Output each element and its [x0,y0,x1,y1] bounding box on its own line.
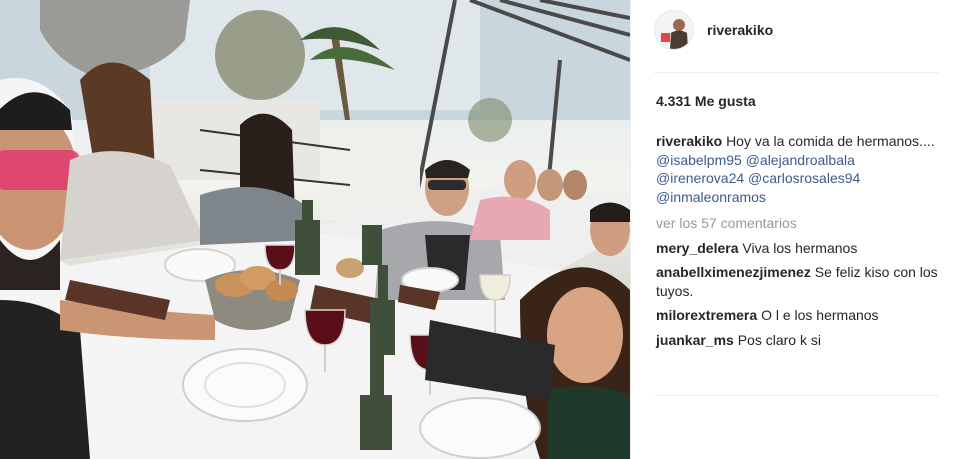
tag-link[interactable]: @isabelpm95 [656,152,742,168]
photo-icon [0,0,630,459]
caption-text: Hoy va la comida de hermanos.... [726,133,935,149]
post-photo[interactable] [0,0,630,459]
header-divider [654,72,939,73]
comment: juankar_ms Pos claro k si [656,331,956,350]
comment-text: Pos claro k si [737,331,821,348]
comment-username[interactable]: mery_delera [656,240,739,256]
instagram-post: riverakiko 4.331 Me gusta riverakiko Hoy… [0,0,980,459]
comment-username[interactable]: milorextremera [656,307,757,323]
tag-link[interactable]: @alejandroalbala [746,152,855,168]
footer-divider [654,395,939,396]
post-owner-username[interactable]: riverakiko [707,22,773,38]
tag-link[interactable]: @carlosrosales94 [748,170,860,186]
likes-count[interactable]: 4.331 Me gusta [656,93,756,109]
view-all-comments-link[interactable]: ver los 57 comentarios [656,214,956,233]
tag-link[interactable]: @inmaleonramos [656,189,766,205]
post-details-panel: riverakiko 4.331 Me gusta riverakiko Hoy… [630,0,980,459]
comment: anabellximenezjimenez Se feliz kiso con … [656,263,956,300]
comment: mery_delera Viva los hermanos [656,239,956,258]
comment: milorextremera O l e los hermanos [656,306,956,325]
comment-text: O l e los hermanos [761,307,879,323]
comment-username[interactable]: anabellximenezjimenez [656,264,811,280]
tag-link[interactable]: @irenerova24 [656,170,744,186]
caption: riverakiko Hoy va la comida de hermanos.… [656,132,956,206]
post-header: riverakiko [631,0,980,64]
comment-username[interactable]: juankar_ms [656,332,734,348]
profile-avatar-icon[interactable] [654,10,694,50]
caption-username[interactable]: riverakiko [656,133,722,149]
comment-text: Viva los hermanos [742,239,858,256]
comments-section: riverakiko Hoy va la comida de hermanos.… [656,132,956,349]
